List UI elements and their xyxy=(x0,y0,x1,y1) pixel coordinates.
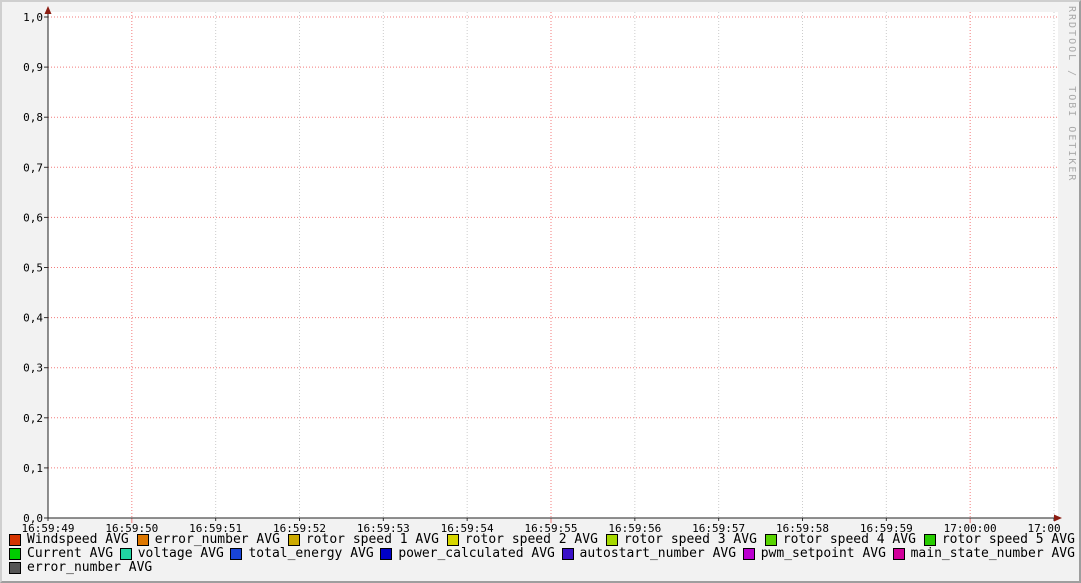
legend-item: rotor speed 1 AVG xyxy=(288,533,439,547)
legend-swatch xyxy=(9,534,21,546)
y-tick-label: 0,8 xyxy=(23,111,43,124)
watermark-text: RRDTOOL / TOBI OETIKER xyxy=(1066,6,1077,182)
legend-swatch xyxy=(743,548,755,560)
y-tick-label: 1,0 xyxy=(23,11,43,24)
legend-row: Windspeed AVG error_number AVG rotor speed… xyxy=(9,533,1075,547)
legend-item: rotor speed 5 AVG xyxy=(924,533,1075,547)
legend-label: rotor speed 2 AVG xyxy=(465,533,598,547)
legend-item: autostart_number AVG xyxy=(562,547,737,561)
legend-item: voltage AVG xyxy=(120,547,224,561)
legend-swatch xyxy=(288,534,300,546)
y-tick-label: 0,1 xyxy=(23,462,43,475)
y-tick-label: 0,2 xyxy=(23,412,43,425)
y-tick-label: 0,5 xyxy=(23,262,43,275)
legend-label: rotor speed 4 AVG xyxy=(783,533,916,547)
y-tick-label: 0,3 xyxy=(23,362,43,375)
legend-item: rotor speed 3 AVG xyxy=(606,533,757,547)
legend-row: Current AVG voltage AVG total_energy AVG po… xyxy=(9,547,1075,561)
legend-item: error_number AVG xyxy=(137,533,280,547)
legend-swatch xyxy=(137,534,149,546)
legend-item: error_number AVG xyxy=(9,561,152,575)
legend-label: rotor speed 3 AVG xyxy=(624,533,757,547)
legend-swatch xyxy=(9,548,21,560)
legend-swatch xyxy=(893,548,905,560)
legend-swatch xyxy=(765,534,777,546)
legend-item: pwm_setpoint AVG xyxy=(743,547,886,561)
y-tick-label: 0,6 xyxy=(23,211,43,224)
legend-label: error_number AVG xyxy=(27,561,152,575)
legend-label: total_energy AVG xyxy=(248,547,373,561)
legend-label: rotor speed 5 AVG xyxy=(942,533,1075,547)
y-tick-label: 0,7 xyxy=(23,161,43,174)
legend-swatch xyxy=(606,534,618,546)
legend-label: autostart_number AVG xyxy=(580,547,737,561)
legend: Windspeed AVG error_number AVG rotor speed… xyxy=(2,531,1079,575)
plot-canvas xyxy=(48,12,1058,518)
legend-label: Windspeed AVG xyxy=(27,533,129,547)
legend-row: error_number AVG xyxy=(9,561,1075,575)
legend-label: pwm_setpoint AVG xyxy=(761,547,886,561)
legend-swatch xyxy=(230,548,242,560)
legend-item: Current AVG xyxy=(9,547,113,561)
plot-svg: 0,00,10,20,30,40,50,60,70,80,91,016:59:4… xyxy=(2,2,1063,533)
legend-item: power_calculated AVG xyxy=(380,547,555,561)
legend-item: Windspeed AVG xyxy=(9,533,129,547)
y-tick-label: 0,4 xyxy=(23,312,43,325)
legend-item: main_state_number AVG xyxy=(893,547,1075,561)
y-tick-label: 0,9 xyxy=(23,61,43,74)
rrdtool-graph-image: 0,00,10,20,30,40,50,60,70,80,91,016:59:4… xyxy=(0,0,1081,583)
legend-swatch xyxy=(447,534,459,546)
legend-label: rotor speed 1 AVG xyxy=(306,533,439,547)
legend-label: power_calculated AVG xyxy=(398,547,555,561)
legend-swatch xyxy=(562,548,574,560)
legend-swatch xyxy=(120,548,132,560)
legend-label: Current AVG xyxy=(27,547,113,561)
legend-swatch xyxy=(9,562,21,574)
legend-label: error_number AVG xyxy=(155,533,280,547)
legend-item: rotor speed 4 AVG xyxy=(765,533,916,547)
legend-label: voltage AVG xyxy=(138,547,224,561)
legend-item: total_energy AVG xyxy=(230,547,373,561)
legend-swatch xyxy=(380,548,392,560)
legend-label: main_state_number AVG xyxy=(911,547,1075,561)
legend-item: rotor speed 2 AVG xyxy=(447,533,598,547)
y-axis-arrow xyxy=(45,6,52,14)
legend-swatch xyxy=(924,534,936,546)
